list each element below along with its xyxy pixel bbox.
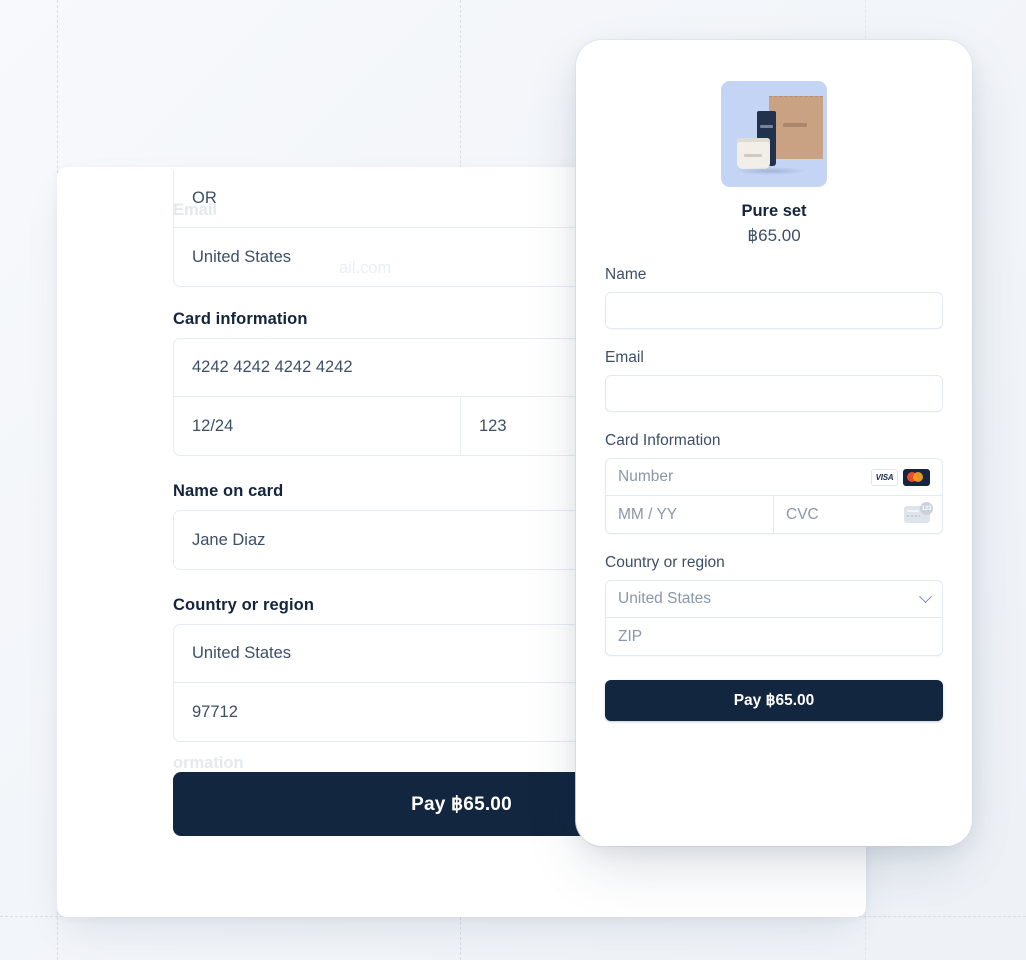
- mobile-card-information-group: Number VISA MM / YY CVC 123: [605, 458, 943, 534]
- mobile-row-expiry-cvc: MM / YY CVC 123: [606, 496, 942, 533]
- cvc-card-stripe: [907, 510, 919, 512]
- product-jar-icon: [737, 138, 770, 169]
- mobile-name-label: Name: [605, 266, 647, 283]
- mobile-card-number-placeholder: Number: [618, 468, 674, 485]
- product-name: Pure set: [741, 202, 807, 220]
- mastercard-circle-right: [913, 472, 923, 482]
- mobile-country-select[interactable]: United States: [606, 581, 942, 617]
- mobile-country-value: United States: [618, 590, 712, 607]
- mobile-zip-input[interactable]: ZIP: [606, 618, 942, 655]
- mobile-row-card-number: Number VISA: [606, 459, 942, 496]
- mobile-email-label: Email: [605, 349, 644, 366]
- mastercard-icon: [903, 468, 930, 486]
- mobile-cvc-placeholder: CVC: [786, 505, 819, 523]
- mobile-country-label: Country or region: [605, 554, 725, 571]
- mobile-email-input[interactable]: [605, 375, 943, 412]
- page-background: OR United States Card information 4242 4…: [0, 0, 1026, 960]
- visa-icon: VISA: [871, 468, 898, 486]
- mobile-row-country: United States: [606, 581, 942, 618]
- mobile-expiry-placeholder: MM / YY: [618, 505, 678, 523]
- mobile-card-information-label: Card Information: [605, 432, 721, 449]
- mobile-cvc-input[interactable]: CVC 123: [774, 496, 942, 533]
- mobile-checkout-panel: Pure set ฿65.00 Name Email Card Informat…: [576, 40, 972, 846]
- mobile-card-number-input[interactable]: Number VISA: [606, 459, 942, 495]
- card-brand-icons: VISA: [871, 468, 930, 486]
- cvc-card-dots: [907, 515, 920, 517]
- cvc-hint-number: 123: [920, 502, 933, 515]
- mobile-country-group: United States ZIP: [605, 580, 943, 656]
- mobile-row-zip: ZIP: [606, 618, 942, 655]
- mobile-expiry-input[interactable]: MM / YY: [606, 496, 774, 533]
- product-box-icon: [769, 96, 823, 159]
- mobile-pay-button[interactable]: Pay ฿65.00: [605, 680, 943, 721]
- cvc-card-icon: 123: [904, 502, 933, 523]
- product-image: [721, 81, 827, 187]
- mobile-zip-placeholder: ZIP: [618, 627, 643, 645]
- product-price: ฿65.00: [747, 226, 801, 245]
- desktop-expiry-value[interactable]: 12/24: [174, 397, 461, 455]
- chevron-down-icon: [919, 589, 932, 603]
- mobile-name-input[interactable]: [605, 292, 943, 329]
- mobile-form: Pure set ฿65.00 Name Email Card Informat…: [605, 40, 943, 721]
- product-shadow: [735, 167, 807, 175]
